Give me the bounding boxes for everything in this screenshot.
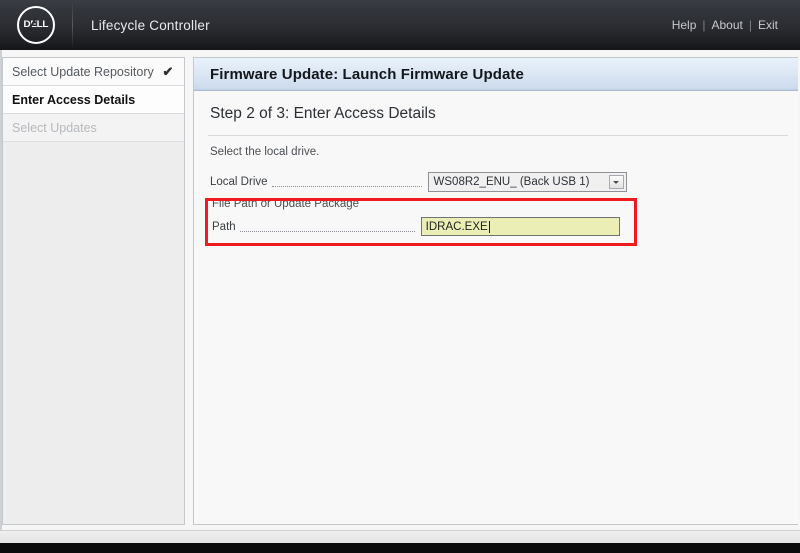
header-links: Help | About | Exit: [666, 18, 784, 32]
step-heading: Step 2 of 3: Enter Access Details: [210, 105, 436, 122]
header-divider: [72, 3, 73, 47]
window-left-edge: [0, 50, 2, 530]
chevron-down-icon[interactable]: [608, 175, 624, 189]
local-drive-label: Local Drive: [210, 176, 268, 188]
instruction-text: Select the local drive.: [210, 146, 320, 158]
app-title: Lifecycle Controller: [91, 17, 210, 33]
access-details-form: Local Drive WS08R2_ENU_ (Back USB 1) Fil…: [194, 170, 798, 246]
wizard-sidebar: Select Update Repository ✔ Enter Access …: [2, 57, 185, 525]
content-panel: Firmware Update: Launch Firmware Update …: [193, 57, 798, 525]
sidebar-item-label: Enter Access Details: [12, 92, 136, 107]
sidebar-item-select-update-repository[interactable]: Select Update Repository ✔: [3, 58, 184, 86]
dell-logo-circle-icon: DELL: [17, 6, 55, 44]
sidebar-item-select-updates: Select Updates: [3, 114, 184, 142]
app-header: DELL Lifecycle Controller Help | About |…: [0, 0, 800, 50]
content-titlebar: Firmware Update: Launch Firmware Update: [194, 58, 798, 91]
sidebar-item-label: Select Update Repository: [12, 64, 154, 79]
lifecycle-controller-window: DELL Lifecycle Controller Help | About |…: [0, 0, 800, 553]
local-drive-select[interactable]: WS08R2_ENU_ (Back USB 1): [427, 172, 627, 192]
sidebar-item-label: Select Updates: [12, 120, 97, 135]
about-link[interactable]: About: [706, 18, 749, 32]
check-icon: ✔: [162, 63, 174, 79]
help-link[interactable]: Help: [666, 18, 703, 32]
exit-link[interactable]: Exit: [752, 18, 784, 32]
page-title: Firmware Update: Launch Firmware Update: [210, 65, 524, 83]
local-drive-row: Local Drive WS08R2_ENU_ (Back USB 1): [210, 170, 798, 194]
dell-logo: DELL: [0, 0, 72, 50]
body-area: Select Update Repository ✔ Enter Access …: [0, 50, 800, 530]
caret-glyph: [613, 180, 620, 184]
local-drive-selected-value: WS08R2_ENU_ (Back USB 1): [433, 176, 590, 188]
bottom-status-bar: [0, 530, 800, 543]
leader-dots: [271, 177, 422, 187]
highlight-box: [205, 198, 637, 246]
sidebar-item-enter-access-details[interactable]: Enter Access Details: [3, 86, 184, 114]
window-bottom-edge: [0, 543, 800, 553]
